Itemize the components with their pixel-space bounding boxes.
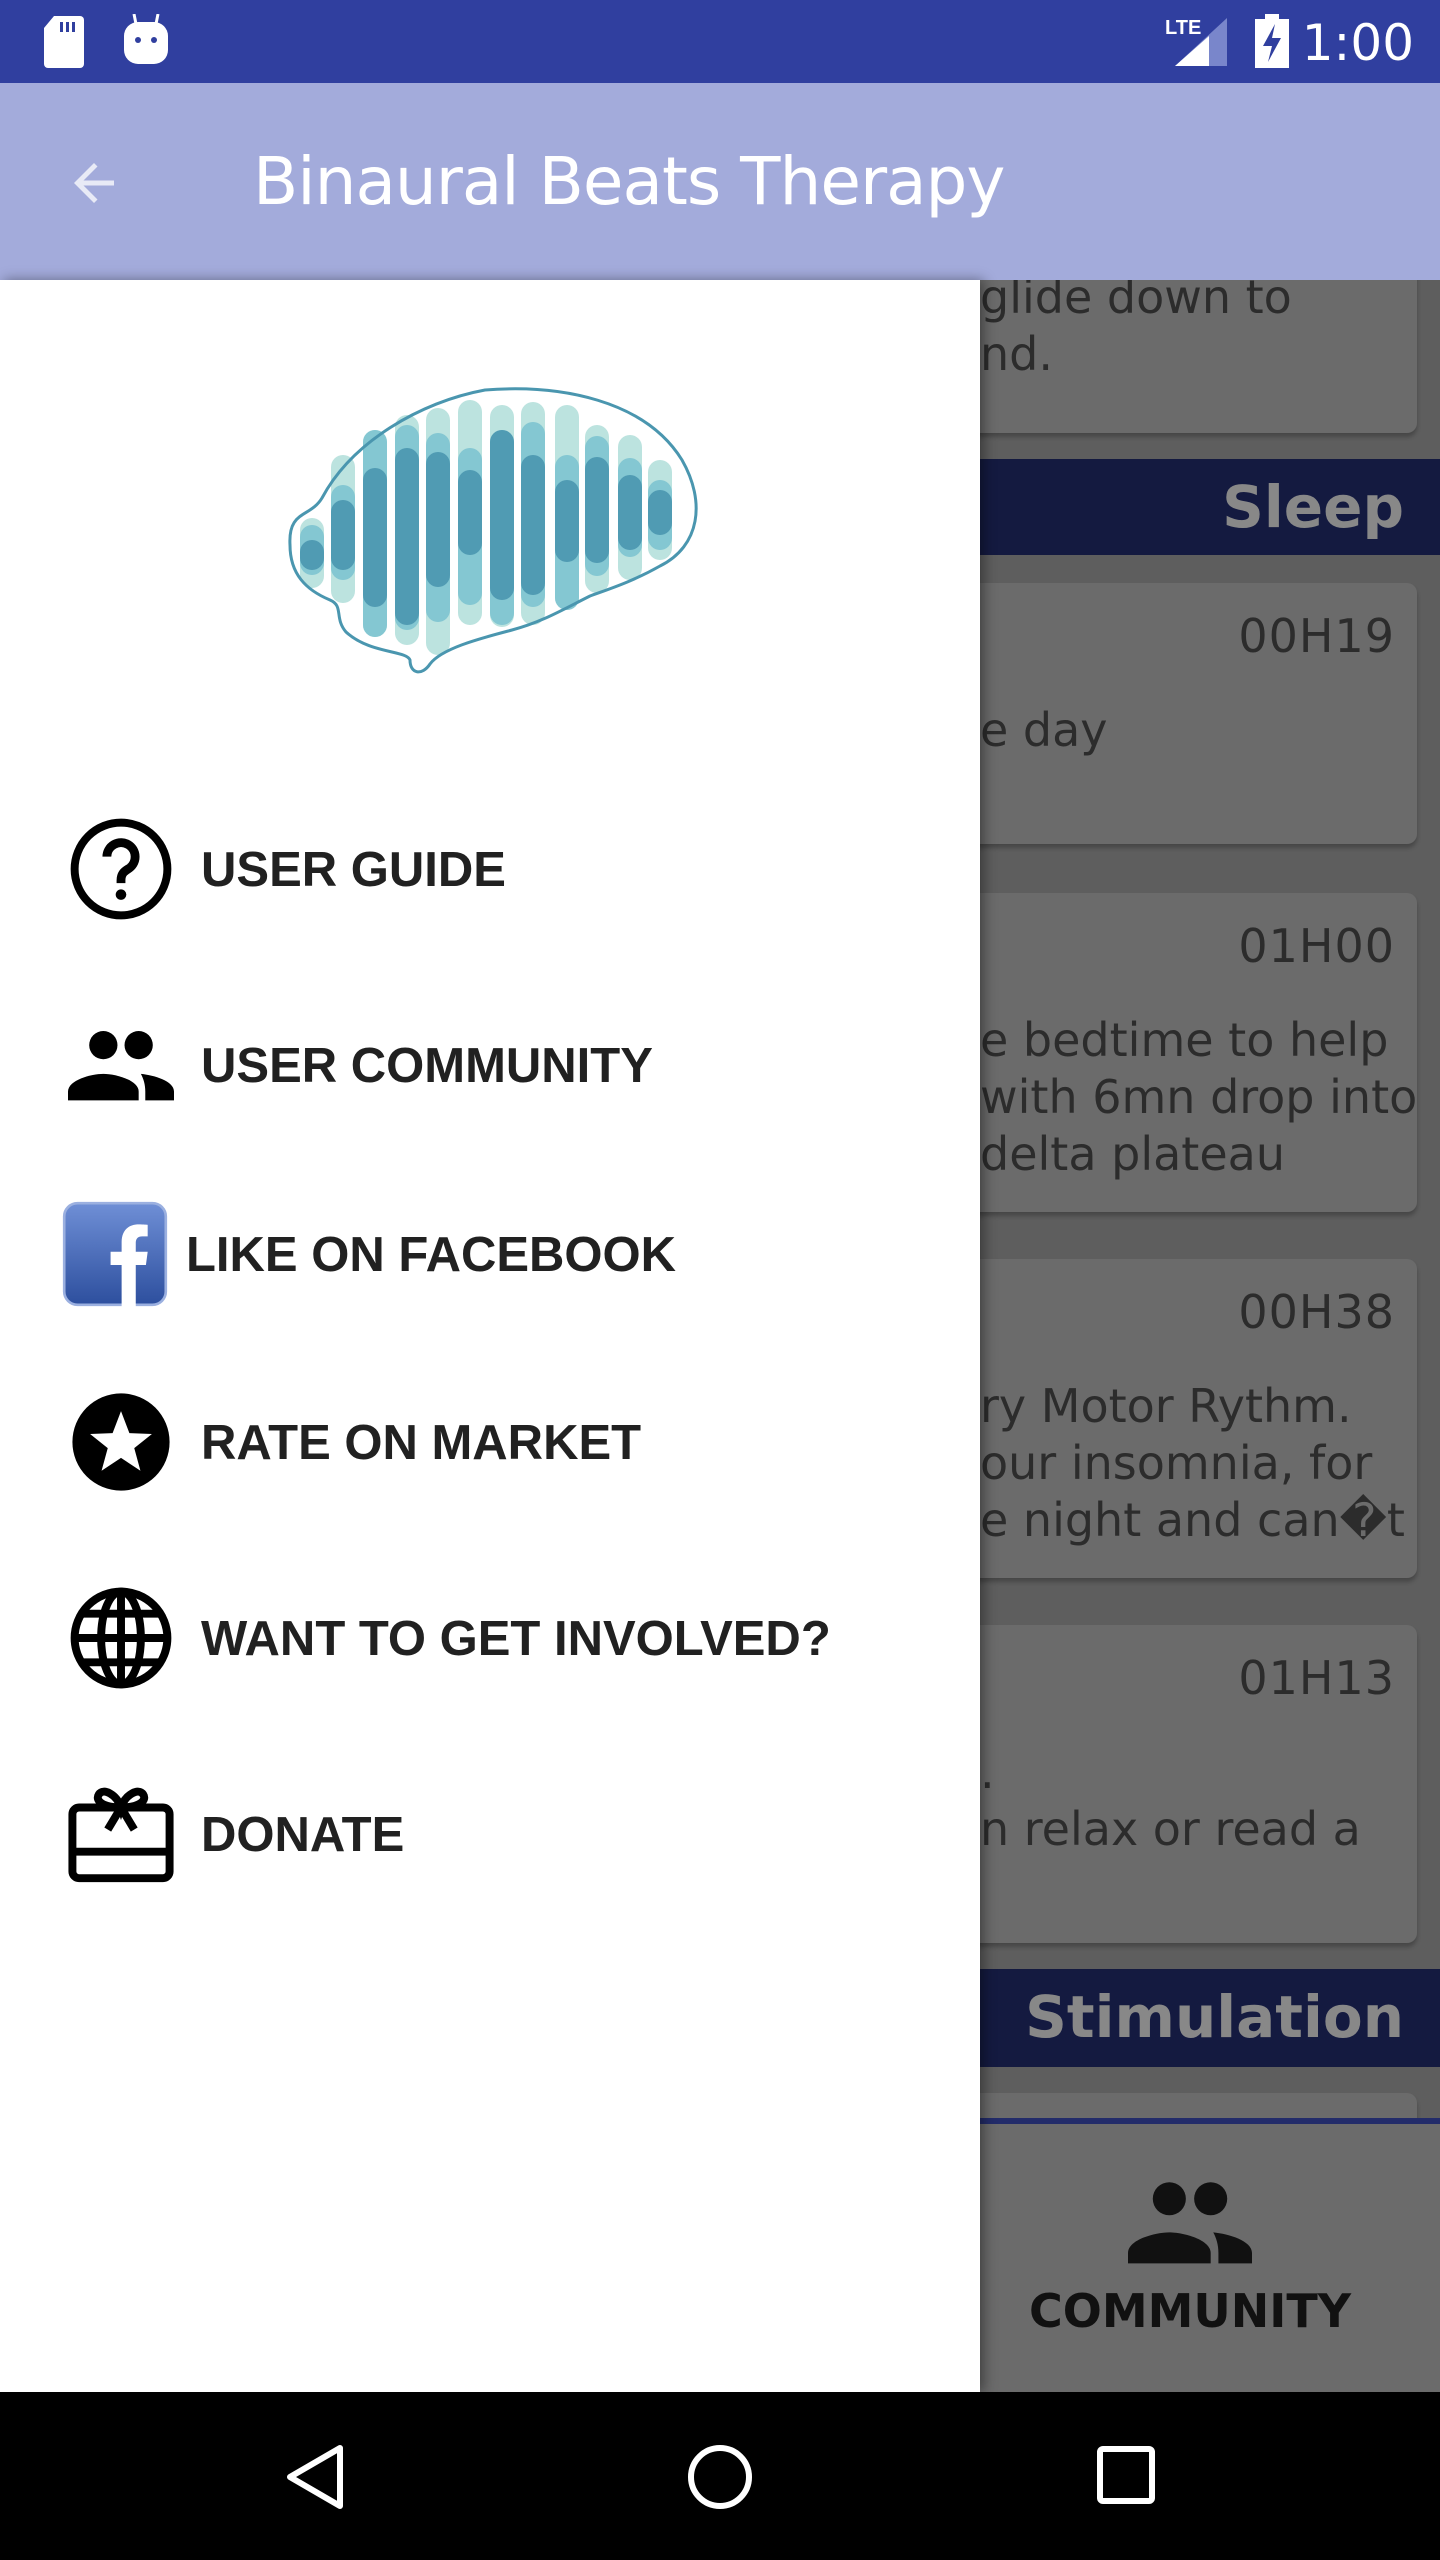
card-description: glide down to [980, 280, 1292, 324]
drawer-item-rate-on-market[interactable]: RATE ON MARKET [0, 1367, 980, 1517]
program-card[interactable]: 01H13 . n relax or read a [940, 1625, 1417, 1943]
card-description: our insomnia, for [980, 1436, 1373, 1490]
program-card[interactable]: glide down to nd. [940, 280, 1417, 433]
page-title: Binaural Beats Therapy [253, 143, 1005, 220]
card-description: . [980, 1745, 995, 1799]
logo-bar [585, 457, 609, 563]
bottom-nav-label: COMMUNITY [1028, 2284, 1352, 2338]
logo-bar [555, 480, 579, 562]
facebook-icon [62, 1201, 168, 1307]
drawer-item-user-community[interactable]: USER COMMUNITY [0, 990, 980, 1140]
drawer-item-donate[interactable]: DONATE [0, 1759, 980, 1909]
system-nav-bar [0, 2392, 1440, 2560]
people-icon [1128, 2182, 1252, 2264]
bottom-nav-community[interactable]: COMMUNITY [940, 2118, 1440, 2392]
drawer-item-label: USER GUIDE [201, 843, 506, 897]
card-duration: 00H38 [1238, 1285, 1395, 1339]
lte-signal-icon: LTE [1165, 17, 1227, 66]
people-icon [68, 1030, 174, 1101]
battery-charging-icon [1255, 14, 1289, 68]
logo-bar [395, 448, 419, 625]
card-description: ry Motor Rythm. [980, 1379, 1352, 1433]
logo-bar [648, 490, 672, 535]
drawer-item-label: USER COMMUNITY [201, 1039, 653, 1093]
home-icon[interactable] [686, 2443, 754, 2511]
gift-card-icon [68, 1787, 174, 1883]
status-bar: LTE 1:00 [0, 0, 1440, 83]
card-description: e day [980, 703, 1108, 757]
drawer-item-label: RATE ON MARKET [201, 1416, 642, 1470]
network-type: LTE [1165, 17, 1201, 39]
app-bar: Binaural Beats Therapy [0, 83, 1440, 280]
logo-bar [300, 540, 324, 570]
globe-icon [70, 1587, 172, 1689]
drawer-item-label: WANT TO GET INVOLVED? [201, 1612, 831, 1666]
help-circle-icon [70, 818, 172, 920]
card-description: e night and can�t [980, 1493, 1405, 1547]
drawer-item-label: LIKE ON FACEBOOK [186, 1228, 677, 1282]
android-icon [124, 14, 168, 64]
card-duration: 01H13 [1238, 1651, 1395, 1705]
logo-bar [618, 475, 642, 550]
logo-bar [426, 452, 450, 587]
back-icon[interactable] [285, 2444, 345, 2510]
program-card[interactable]: 00H19 e day [940, 583, 1417, 844]
logo-bar [521, 455, 545, 595]
arrow-back-icon[interactable] [64, 153, 124, 213]
brain-soundwave-logo [288, 387, 698, 674]
logo-bar [331, 500, 355, 570]
star-circle-icon [72, 1393, 170, 1491]
recents-icon[interactable] [1096, 2445, 1156, 2505]
clock: 1:00 [1301, 14, 1414, 72]
navigation-drawer: USER GUIDE USER COMMUNITY LIKE ON FACEBO… [0, 280, 980, 2392]
section-title: Sleep [1222, 473, 1404, 541]
card-description: n relax or read a [980, 1802, 1361, 1856]
card-duration: 01H00 [1238, 919, 1395, 973]
logo-bar [458, 470, 482, 555]
logo-bar [363, 468, 387, 607]
program-card[interactable]: 00H38 ry Motor Rythm. our insomnia, for … [940, 1259, 1417, 1578]
card-description: delta plateau [980, 1127, 1285, 1181]
section-header-stimulation: Stimulation [940, 1969, 1440, 2067]
sd-card-icon [44, 16, 84, 68]
card-description: with 6mn drop into [980, 1070, 1417, 1124]
card-description: nd. [980, 327, 1053, 381]
card-duration: 00H19 [1238, 609, 1395, 663]
section-title: Stimulation [1025, 1983, 1404, 2051]
logo-bar [490, 430, 514, 600]
program-card[interactable]: 01H00 e bedtime to help with 6mn drop in… [940, 893, 1417, 1212]
section-header-sleep: Sleep [940, 459, 1440, 555]
drawer-item-label: DONATE [201, 1808, 405, 1862]
card-description: e bedtime to help [980, 1013, 1389, 1067]
drawer-item-like-on-facebook[interactable]: LIKE ON FACEBOOK [0, 1179, 980, 1329]
drawer-item-want-to-get-involved[interactable]: WANT TO GET INVOLVED? [0, 1563, 980, 1713]
drawer-item-user-guide[interactable]: USER GUIDE [0, 794, 980, 944]
